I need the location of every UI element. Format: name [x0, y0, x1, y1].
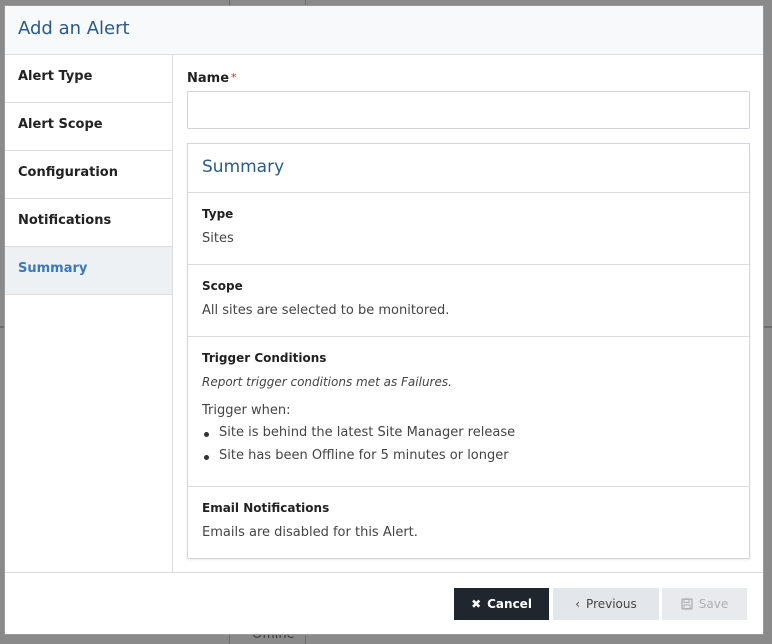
dialog-title: Add an Alert: [18, 18, 130, 39]
add-alert-dialog: Add an Alert Alert Type Alert Scope Conf…: [4, 5, 764, 635]
email-value: Emails are disabled for this Alert.: [202, 525, 418, 540]
nav-item-configuration[interactable]: Configuration: [5, 151, 172, 199]
wizard-steps-nav: Alert Type Alert Scope Configuration Not…: [5, 55, 173, 574]
nav-item-alert-type[interactable]: Alert Type: [5, 55, 172, 103]
trigger-condition: Site is behind the latest Site Manager r…: [202, 425, 735, 448]
trigger-conditions-list: Site is behind the latest Site Manager r…: [202, 425, 735, 471]
summary-heading: Summary: [188, 144, 749, 193]
save-button[interactable]: Save: [662, 588, 747, 620]
cancel-label: Cancel: [487, 597, 532, 611]
name-label-text: Name: [187, 71, 230, 86]
summary-panel: Summary Type Sites Scope All sites are s…: [187, 143, 750, 559]
nav-item-alert-scope[interactable]: Alert Scope: [5, 103, 172, 151]
close-icon: ✖: [471, 597, 482, 611]
previous-label: Previous: [586, 597, 637, 611]
summary-step-content: Name * Summary Type Sites Scope All sites…: [174, 55, 764, 574]
summary-type-section: Type Sites: [188, 193, 749, 265]
type-title: Type: [202, 207, 234, 221]
trigger-when-label: Trigger when:: [202, 403, 291, 418]
summary-trigger-section: Trigger Conditions Report trigger condit…: [188, 337, 749, 487]
email-title: Email Notifications: [202, 501, 330, 515]
trigger-note: Report trigger conditions met as Failure…: [202, 375, 452, 389]
name-field-label: Name *: [187, 71, 237, 86]
type-value: Sites: [202, 231, 234, 246]
summary-email-section: Email Notifications Emails are disabled …: [188, 487, 749, 558]
required-marker: *: [231, 71, 237, 84]
scope-value: All sites are selected to be monitored.: [202, 303, 450, 318]
dialog-footer: ✖ Cancel ‹ Previous Save: [5, 572, 763, 634]
scope-title: Scope: [202, 279, 243, 293]
nav-item-summary[interactable]: Summary: [5, 247, 172, 295]
nav-item-notifications[interactable]: Notifications: [5, 199, 172, 247]
name-input[interactable]: [187, 91, 750, 129]
save-label: Save: [698, 597, 729, 611]
floppy-disk-icon: [681, 598, 693, 610]
cancel-button[interactable]: ✖ Cancel: [454, 588, 549, 620]
chevron-left-icon: ‹: [575, 597, 581, 611]
dialog-header: Add an Alert: [5, 6, 763, 55]
trigger-condition: Site has been Offline for 5 minutes or l…: [202, 448, 735, 471]
trigger-title: Trigger Conditions: [202, 351, 327, 365]
summary-scope-section: Scope All sites are selected to be monit…: [188, 265, 749, 337]
previous-button[interactable]: ‹ Previous: [553, 588, 659, 620]
